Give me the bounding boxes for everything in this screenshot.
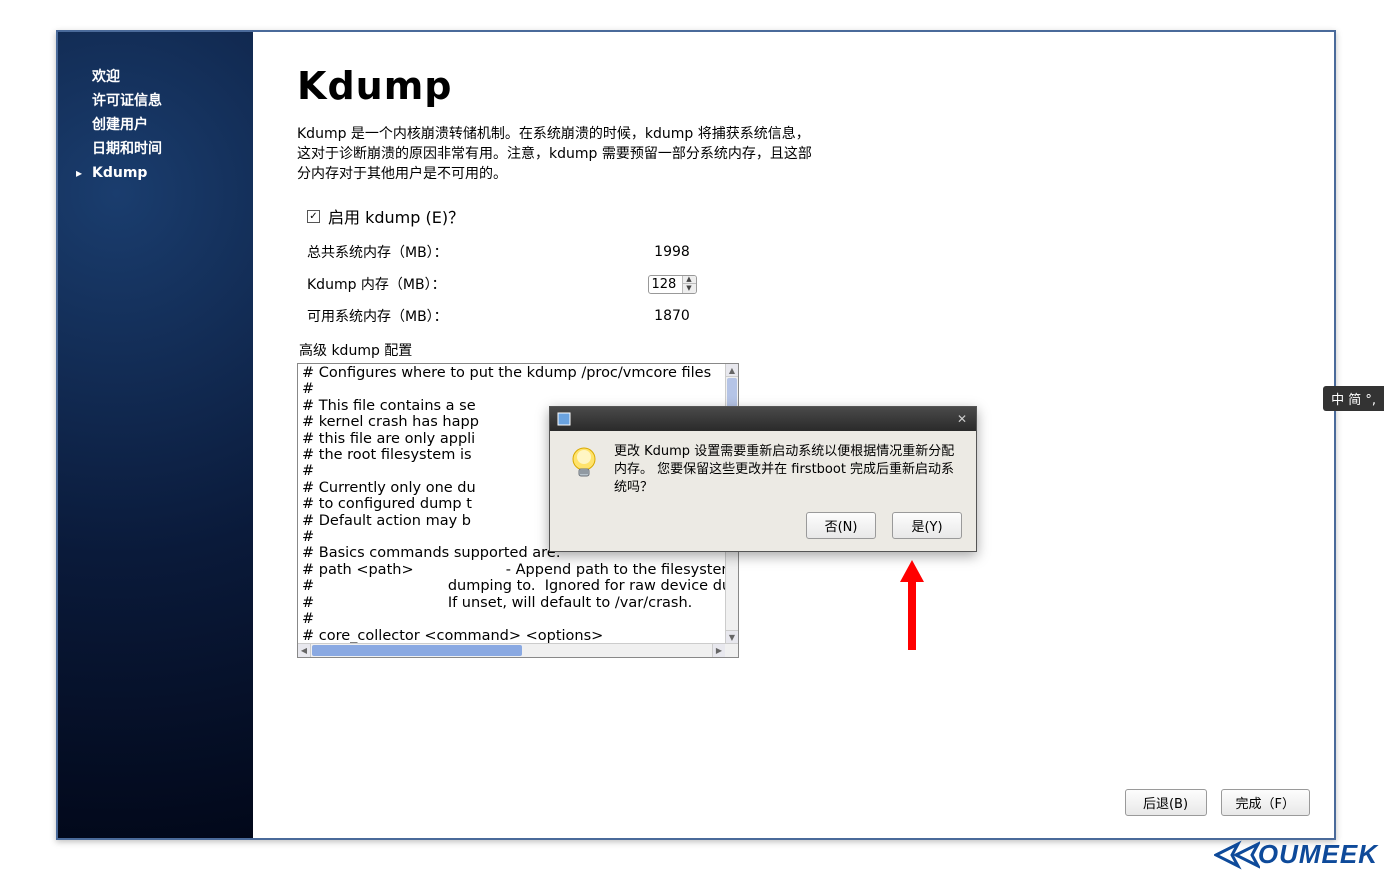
scroll-up-icon[interactable]: ▲	[726, 364, 738, 377]
avail-memory-row: 可用系统内存（MB）： 1870	[297, 306, 1290, 326]
watermark-logo: OUMEEK	[1214, 839, 1378, 870]
confirm-dialog: ✕ 更改 Kdump 设置需要重新启动系统以便根据情况重新分配内存。 您要保留这…	[549, 406, 977, 552]
sidebar: 欢迎 许可证信息 创建用户 日期和时间 Kdump	[58, 32, 253, 838]
watermark-text: OUMEEK	[1258, 839, 1378, 870]
horizontal-scrollbar[interactable]: ◀ ▶	[298, 643, 738, 657]
spinner-up-icon[interactable]: ▲	[683, 276, 696, 284]
scroll-left-icon[interactable]: ◀	[298, 644, 311, 657]
hscroll-thumb[interactable]	[312, 645, 522, 656]
checkbox-icon: ✓	[307, 210, 320, 223]
yes-button[interactable]: 是(Y)	[892, 512, 962, 539]
avail-memory-label: 可用系统内存（MB）：	[297, 306, 547, 326]
sidebar-item-license[interactable]: 许可证信息	[58, 90, 253, 114]
back-button[interactable]: 后退(B)	[1125, 789, 1207, 816]
dialog-message: 更改 Kdump 设置需要重新启动系统以便根据情况重新分配内存。 您要保留这些更…	[614, 443, 962, 497]
finish-button[interactable]: 完成（F）	[1221, 789, 1310, 816]
footer-buttons: 后退(B) 完成（F）	[1125, 789, 1310, 816]
spinner-down-icon[interactable]: ▼	[683, 284, 696, 292]
scroll-down-icon[interactable]: ▼	[726, 630, 738, 643]
lightbulb-icon	[564, 443, 604, 483]
page-title: Kdump	[297, 64, 1290, 108]
kdump-memory-row: Kdump 内存（MB）： 128 ▲ ▼	[297, 274, 1290, 294]
enable-kdump-label: 启用 kdump (E)？	[328, 204, 464, 228]
spinner-arrows[interactable]: ▲ ▼	[683, 276, 696, 293]
total-memory-value: 1998	[547, 244, 797, 260]
advanced-config-label: 高级 kdump 配置	[299, 340, 1290, 360]
page-description: Kdump 是一个内核崩溃转储机制。在系统崩溃的时候，kdump 将捕获系统信息…	[297, 124, 817, 184]
sidebar-item-create-user[interactable]: 创建用户	[58, 114, 253, 138]
dialog-app-icon	[556, 411, 572, 427]
avail-memory-value: 1870	[547, 308, 797, 324]
kdump-memory-label: Kdump 内存（MB）：	[297, 274, 547, 294]
sidebar-item-kdump[interactable]: Kdump	[58, 162, 253, 186]
kdump-memory-spinner[interactable]: 128 ▲ ▼	[648, 275, 697, 294]
no-button[interactable]: 否(N)	[806, 512, 876, 539]
total-memory-label: 总共系统内存（MB）：	[297, 242, 547, 262]
kdump-memory-value[interactable]: 128	[649, 276, 683, 293]
annotation-arrow-icon	[900, 560, 924, 650]
ime-indicator[interactable]: 中 简 °,	[1323, 386, 1384, 411]
dialog-titlebar[interactable]: ✕	[550, 407, 976, 431]
scroll-right-icon[interactable]: ▶	[712, 644, 725, 657]
sidebar-item-welcome[interactable]: 欢迎	[58, 66, 253, 90]
total-memory-row: 总共系统内存（MB）： 1998	[297, 242, 1290, 262]
sidebar-item-datetime[interactable]: 日期和时间	[58, 138, 253, 162]
close-icon[interactable]: ✕	[954, 411, 970, 427]
enable-kdump-checkbox[interactable]: ✓ 启用 kdump (E)？	[307, 204, 1290, 228]
